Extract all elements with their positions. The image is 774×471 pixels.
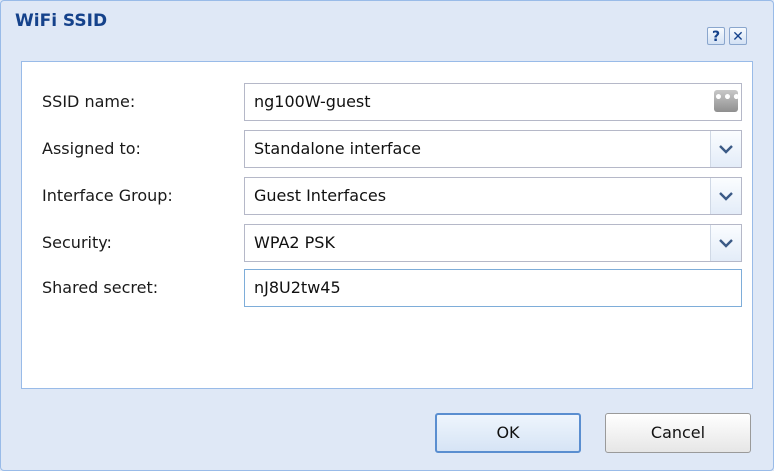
assigned-to-row: Assigned to: Standalone interface [22,130,752,168]
help-icon[interactable]: ? [707,27,725,45]
security-row: Security: WPA2 PSK [22,224,752,262]
assigned-to-label: Assigned to: [42,139,141,158]
interface-group-value: Guest Interfaces [254,186,387,205]
chevron-down-icon [719,192,733,201]
assigned-to-dropdown-trigger[interactable] [710,131,741,167]
ssid-name-row: SSID name: ng100W-guest ••• [22,83,752,121]
ssid-name-input[interactable]: ng100W-guest ••• [244,83,742,121]
security-select[interactable]: WPA2 PSK [244,224,742,262]
ellipsis-icon[interactable]: ••• [714,90,741,112]
assigned-to-select[interactable]: Standalone interface [244,130,742,168]
shared-secret-input[interactable]: nJ8U2tw45 [244,269,742,307]
interface-group-dropdown-trigger[interactable] [710,178,741,214]
cancel-button[interactable]: Cancel [605,413,751,453]
chevron-down-icon [719,145,733,154]
shared-secret-row: Shared secret: nJ8U2tw45 [22,269,752,307]
shared-secret-label: Shared secret: [42,278,159,297]
dialog-title: WiFi SSID [15,11,108,31]
security-label: Security: [42,233,112,252]
security-value: WPA2 PSK [254,233,335,252]
wifi-ssid-dialog: WiFi SSID ? ✕ SSID name: ng100W-guest ••… [0,0,774,471]
close-icon[interactable]: ✕ [729,27,747,45]
dialog-titlebar[interactable]: WiFi SSID [1,1,773,43]
ssid-name-value: ng100W-guest [254,92,371,111]
interface-group-select[interactable]: Guest Interfaces [244,177,742,215]
ssid-name-label: SSID name: [42,92,136,111]
shared-secret-value: nJ8U2tw45 [254,278,341,297]
security-dropdown-trigger[interactable] [710,225,741,261]
assigned-to-value: Standalone interface [254,139,421,158]
ok-button[interactable]: OK [435,413,581,453]
form-panel: SSID name: ng100W-guest ••• Assigned to:… [21,61,753,389]
interface-group-row: Interface Group: Guest Interfaces [22,177,752,215]
chevron-down-icon [719,239,733,248]
interface-group-label: Interface Group: [42,186,173,205]
